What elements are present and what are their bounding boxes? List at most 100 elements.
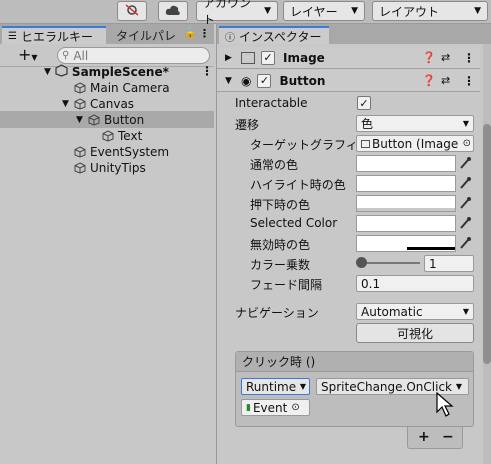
color-multiplier-input[interactable]: 1 — [424, 255, 474, 272]
chevron-down-icon: ▼ — [299, 382, 306, 391]
layers-dropdown[interactable]: レイヤー ▼ — [283, 1, 365, 21]
account-dropdown[interactable]: アカウント ▼ — [196, 0, 278, 27]
chevron-down-icon: ▼ — [31, 53, 38, 62]
inspector-tabbar: ⓘ インスペクター — [217, 24, 491, 44]
tab-inspector[interactable]: ⓘ インスペクター — [219, 26, 329, 44]
search-placeholder: All — [73, 48, 89, 63]
event-object-field[interactable]: ▮ Event ⊙ — [241, 399, 310, 416]
navigation-label: ナビゲーション — [235, 306, 319, 320]
interactable-checkbox[interactable]: ✓ — [357, 96, 371, 110]
navigation-dropdown[interactable]: Automatic ▼ — [356, 303, 474, 320]
selected-color-label: Selected Color — [250, 216, 338, 230]
help-icon[interactable]: ❓ — [422, 51, 436, 64]
eyedropper-icon[interactable] — [459, 196, 471, 210]
eyedropper-icon[interactable] — [459, 156, 471, 170]
chevron-down-icon: ▼ — [264, 6, 271, 16]
alpha-bar — [407, 247, 455, 250]
interactable-label: Interactable — [235, 96, 308, 110]
tab-hierarchy-label: ヒエラルキー — [20, 29, 93, 44]
remove-event-button[interactable]: − — [442, 429, 454, 445]
list-item-label: Text — [118, 129, 143, 143]
button-enabled-checkbox[interactable]: ✓ — [257, 73, 272, 88]
tab-inspector-label: インスペクター — [239, 29, 322, 44]
menu-icon[interactable]: ⋮ — [199, 27, 210, 40]
list-item-text[interactable]: Text — [102, 128, 142, 144]
list-item-eventsystem[interactable]: EventSystem — [74, 144, 169, 160]
visualize-label: 可視化 — [396, 326, 433, 341]
image-enabled-checkbox[interactable]: ✓ — [261, 50, 275, 65]
color-multiplier-label: カラー乗数 — [250, 258, 311, 272]
gameobject-icon — [88, 114, 100, 126]
layout-label: レイアウト — [379, 4, 440, 19]
help-icon[interactable]: ❓ — [422, 74, 436, 87]
main-toolbar: アカウント ▼ レイヤー ▼ レイアウト ▼ — [0, 0, 491, 27]
list-item-main-camera[interactable]: Main Camera — [74, 80, 170, 96]
expand-arrow-icon: ▼ — [62, 99, 69, 109]
hierarchy-panel: ☰ ヒエラルキー タイルパレ 🔒 ⋮ +▼ ⚲ All ▼ SampleScene*… — [0, 24, 214, 464]
chevron-down-icon: ▼ — [351, 6, 358, 16]
expand-arrow-icon: ▼ — [44, 67, 51, 77]
chevron-down-icon: ▼ — [462, 119, 469, 128]
collab-button[interactable] — [117, 1, 147, 21]
onclick-header: クリック時 () — [236, 352, 473, 372]
image-component-icon — [241, 51, 255, 64]
multiplier-slider-track[interactable] — [360, 262, 420, 264]
event-list-footer: + − — [407, 427, 463, 449]
menu-icon[interactable]: ⋮ — [463, 74, 475, 88]
scrollbar-thumb[interactable] — [483, 124, 491, 364]
eyedropper-icon[interactable] — [459, 176, 471, 190]
hierarchy-tabbar: ☰ ヒエラルキー タイルパレ 🔒 ⋮ — [0, 24, 214, 44]
fade-duration-input[interactable]: 0.1 — [356, 275, 474, 292]
disabled-color-label: 無効時の色 — [250, 238, 311, 252]
object-picker-icon[interactable]: ⊙ — [462, 138, 471, 149]
list-item-unitytips[interactable]: UnityTips — [74, 160, 146, 176]
preset-icon[interactable]: ⇄ — [441, 51, 450, 64]
runtime-dropdown[interactable]: Runtime ▼ — [241, 378, 310, 395]
scene-row[interactable]: ▼ SampleScene* — [44, 64, 169, 80]
selected-color-field[interactable] — [356, 215, 456, 232]
tab-hierarchy[interactable]: ☰ ヒエラルキー — [2, 26, 106, 44]
hierarchy-search-input[interactable]: ⚲ All — [57, 47, 210, 64]
hierarchy-icon: ☰ — [8, 30, 17, 42]
add-button[interactable]: +▼ — [18, 45, 38, 64]
transition-dropdown[interactable]: 色 ▼ — [356, 115, 474, 132]
preset-icon[interactable]: ⇄ — [441, 74, 450, 87]
object-picker-icon[interactable]: ⊙ — [291, 402, 299, 413]
lock-icon[interactable]: 🔒 — [184, 28, 196, 39]
tab-tile-palette[interactable]: タイルパレ — [110, 26, 180, 44]
gameobject-icon — [74, 146, 86, 158]
image-component-icon — [361, 139, 370, 148]
image-component-header[interactable]: ▶ ✓ Image ❓ ⇄ ⋮ — [217, 47, 480, 69]
button-component-header[interactable]: ▼ ◉ ✓ Button ❓ ⇄ ⋮ — [217, 70, 480, 92]
highlight-color-label: ハイライト時の色 — [250, 178, 346, 192]
layout-dropdown[interactable]: レイアウト ▼ — [372, 1, 488, 21]
pressed-color-field[interactable] — [356, 195, 456, 212]
add-event-button[interactable]: + — [418, 429, 430, 445]
button-component-icon: ◉ — [241, 73, 252, 88]
layers-label: レイヤー — [290, 4, 338, 19]
scene-menu-icon[interactable]: ⋮ — [201, 64, 213, 78]
add-label: + — [18, 45, 32, 64]
visualize-button[interactable]: 可視化 — [356, 323, 474, 343]
info-icon: ⓘ — [225, 32, 235, 44]
collapse-arrow-icon: ▶ — [225, 52, 232, 63]
disabled-color-field[interactable] — [356, 235, 456, 252]
target-graphic-field[interactable]: Button (Image ⊙ — [356, 135, 474, 152]
list-item-canvas[interactable]: ▼ Canvas — [62, 96, 134, 112]
menu-icon[interactable]: ⋮ — [463, 51, 475, 65]
chevron-down-icon: ▼ — [455, 382, 462, 391]
image-component-title: Image — [283, 50, 325, 65]
inspector-panel: ⓘ インスペクター ▶ ✓ Image ❓ ⇄ ⋮ ▼ ◉ ✓ Button ❓ … — [216, 24, 491, 464]
multiplier-slider-thumb[interactable] — [356, 257, 367, 268]
eyedropper-icon[interactable] — [459, 216, 471, 230]
list-item-button[interactable]: ▼ Button — [76, 112, 144, 128]
chevron-down-icon: ▼ — [474, 6, 481, 16]
gameobject-icon: ▮ — [246, 402, 251, 413]
highlight-color-field[interactable] — [356, 175, 456, 192]
cloud-button[interactable] — [158, 1, 188, 21]
eyedropper-icon[interactable] — [459, 236, 471, 250]
multiplier-value: 1 — [429, 256, 437, 271]
search-icon: ⚲ — [62, 50, 70, 61]
normal-color-field[interactable] — [356, 155, 456, 172]
runtime-value: Runtime — [246, 379, 297, 394]
